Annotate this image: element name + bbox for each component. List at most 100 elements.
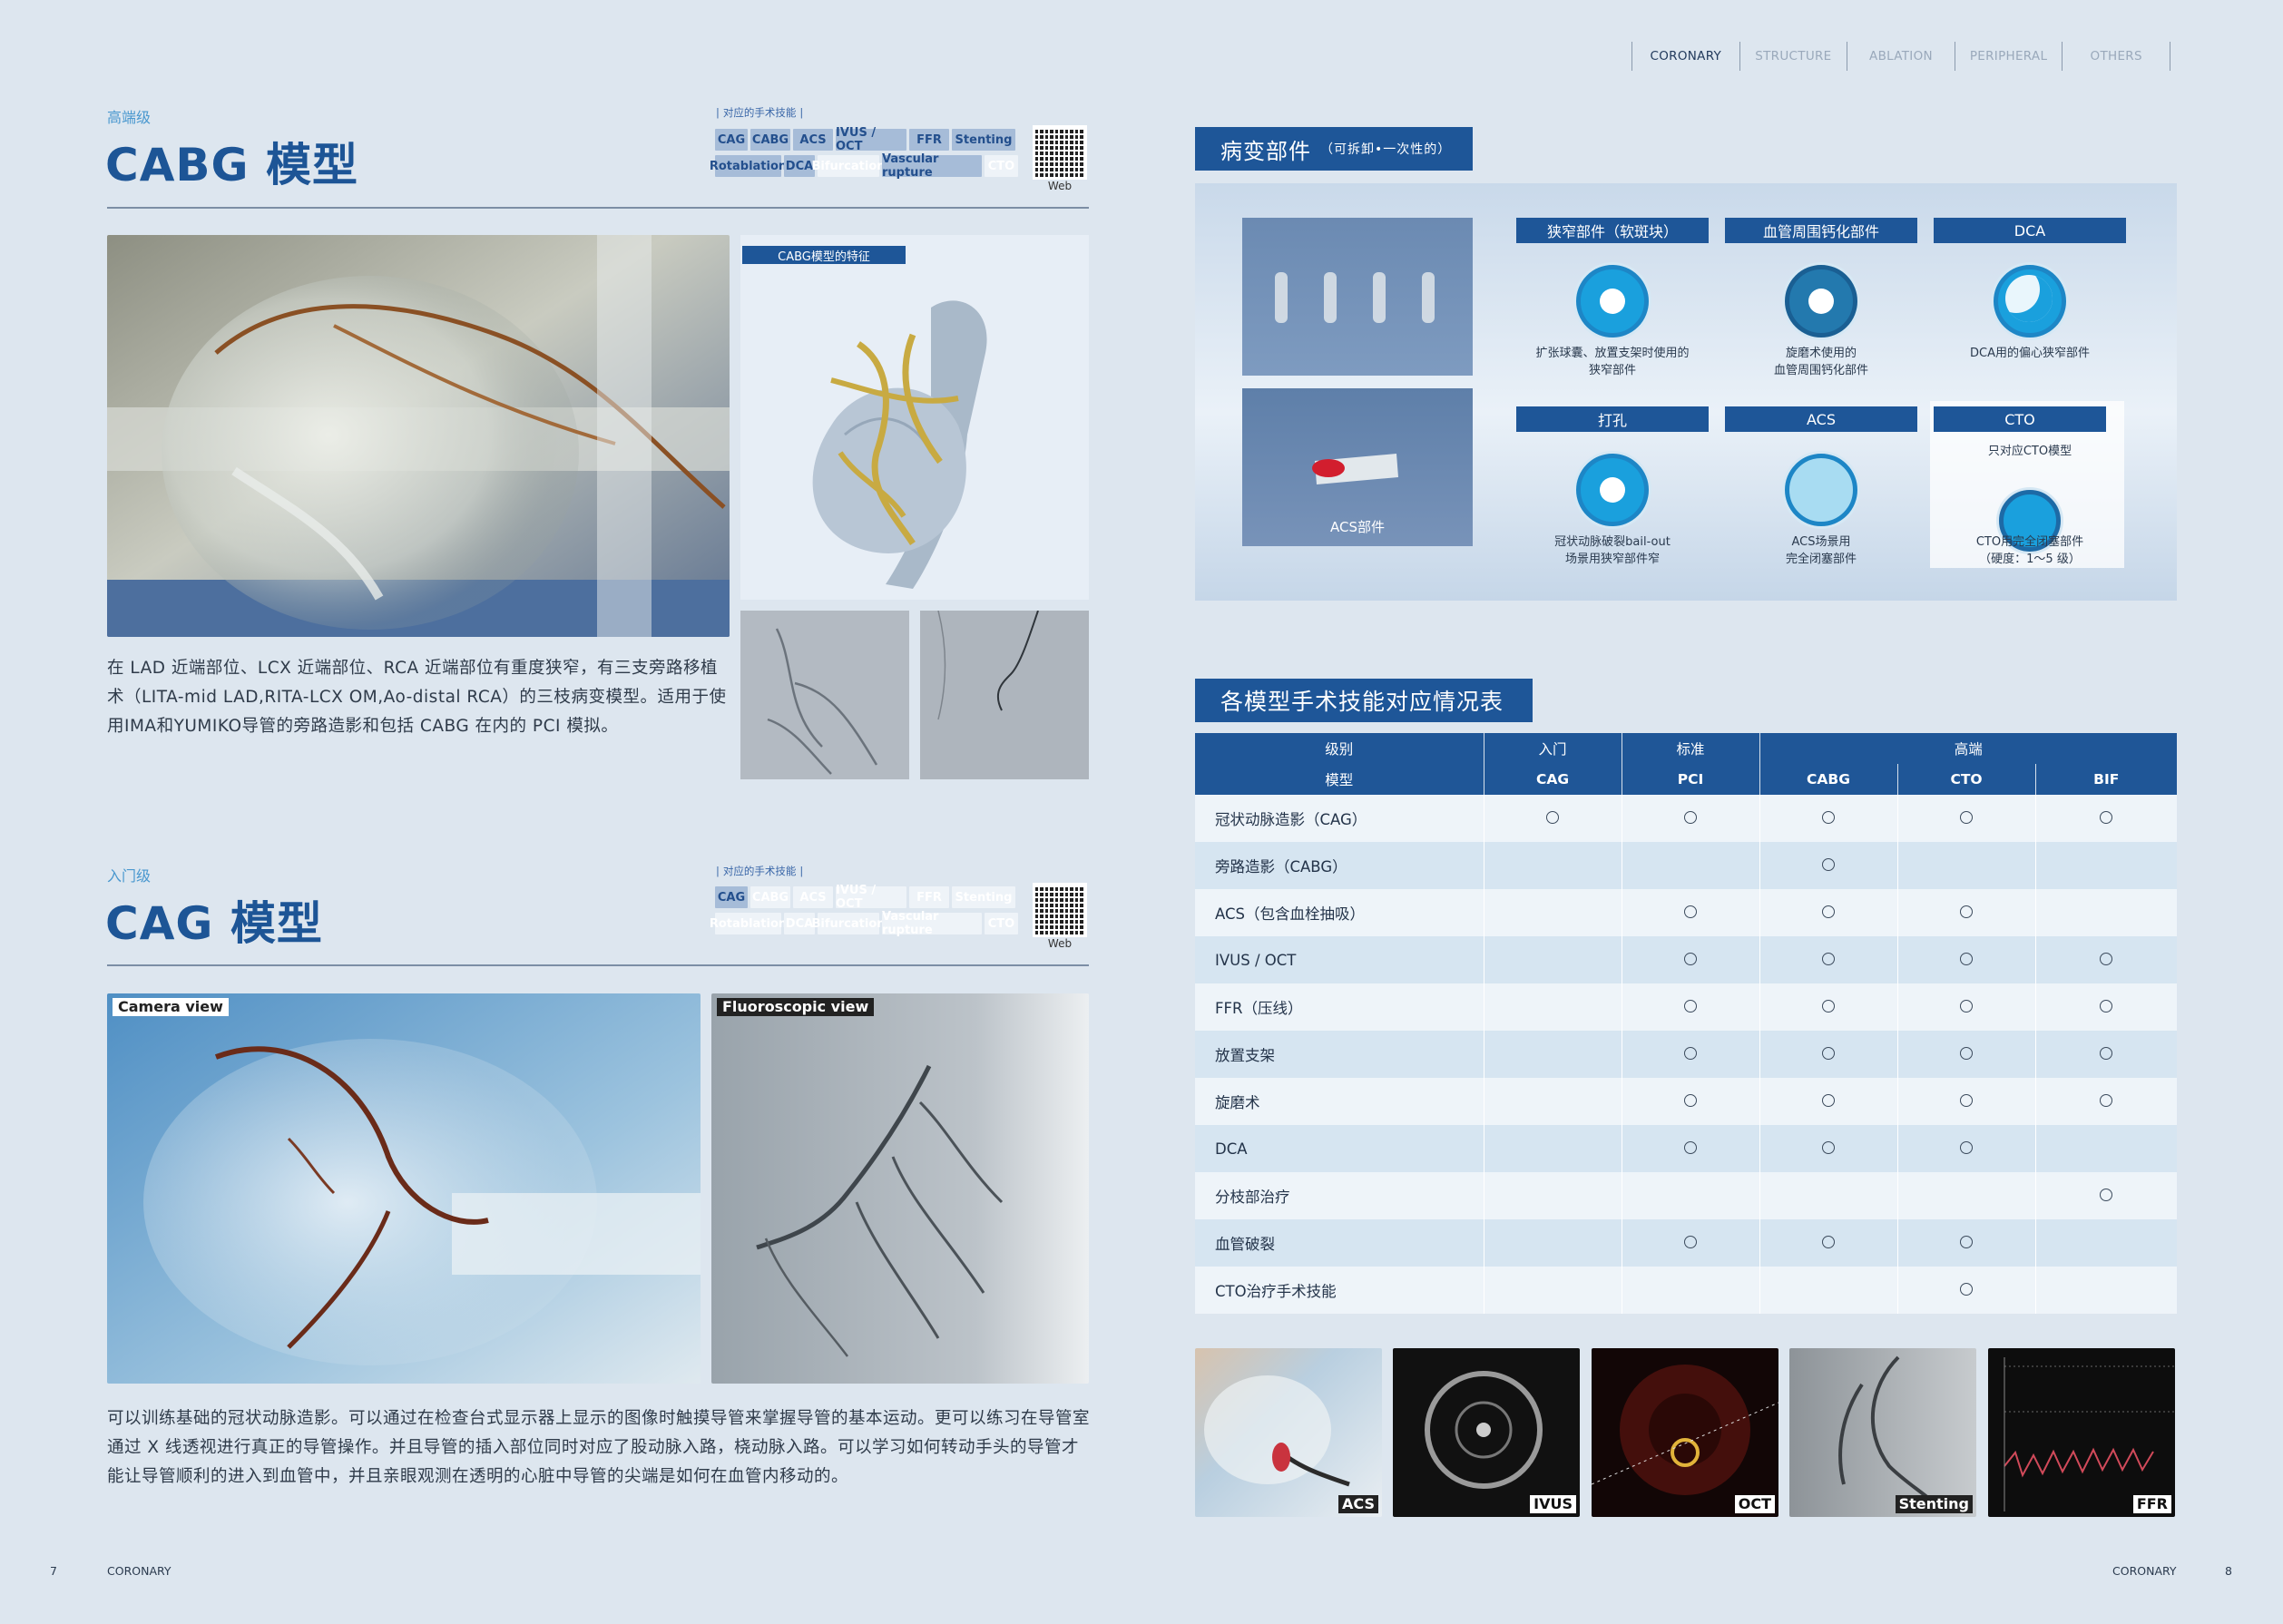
supported-mark-icon [1822, 1046, 1835, 1060]
cell-cto [1896, 1125, 2035, 1172]
nav-tab-ablation[interactable]: ABLATION [1847, 42, 1955, 71]
table-row: FFR（压线） [1195, 983, 2177, 1031]
supported-mark-icon [1684, 905, 1697, 918]
thumb-ivus: IVUS [1393, 1348, 1580, 1517]
supported-mark-icon [2100, 810, 2113, 824]
parts-heading-text: 病变部件 [1220, 138, 1311, 164]
skill-tag: Vascular rupture [882, 910, 982, 937]
supported-mark-icon [1684, 1140, 1697, 1154]
thumb-ffr: FFR [1988, 1348, 2175, 1517]
model-bif: BIF [2034, 764, 2177, 795]
cabg-qr[interactable]: Web [1033, 125, 1087, 192]
model-pci: PCI [1621, 764, 1759, 795]
cell-pci [1621, 1172, 1759, 1219]
skill-tag: DCA [784, 155, 815, 177]
cell-pci [1621, 936, 1759, 983]
cell-pci [1621, 842, 1759, 889]
cell-bif [2034, 889, 2177, 936]
cell-cag [1483, 936, 1622, 983]
section-nav: CORONARY STRUCTURE ABLATION PERIPHERAL OTHER… [1631, 42, 2170, 71]
supported-mark-icon [1960, 810, 1973, 824]
supported-mark-icon [1684, 1093, 1697, 1107]
skill-tag: FFR [909, 886, 949, 908]
model-header: 模型 [1195, 764, 1484, 795]
cabg-level: 高端级 [107, 109, 152, 126]
cell-cabg [1759, 795, 1897, 842]
cell-bif [2034, 1031, 2177, 1078]
cell-cag [1483, 1031, 1622, 1078]
skill-tag: DCA [784, 913, 815, 934]
cell-bif [2034, 842, 2177, 889]
cag-skills-label: 对应的手术技能 [716, 864, 803, 878]
skill-tag: ACS [793, 886, 833, 908]
cell-cto [1896, 936, 2035, 983]
page-number-left: 7 [50, 1564, 57, 1578]
supported-mark-icon [1960, 905, 1973, 918]
thumb-acs: ACS [1195, 1348, 1382, 1517]
part-icon [1576, 454, 1649, 526]
part-caption: CTO用完全闭塞部件 （硬度：1～5 级） [1975, 535, 2084, 566]
cell-bif [2034, 936, 2177, 983]
part-title: 血管周围钙化部件 [1725, 218, 1917, 243]
part-title: DCA [1934, 218, 2126, 243]
skill-tag: CTO [985, 913, 1018, 934]
part-caption: DCA用的偏心狭窄部件 [1970, 347, 2090, 360]
skill-tag: CAG [715, 886, 748, 908]
skill-tag: ACS [793, 129, 833, 151]
row-skill-name: 旁路造影（CABG） [1215, 858, 1347, 876]
cell-cabg [1759, 1267, 1897, 1314]
qr-code-icon [1033, 883, 1087, 937]
part-caption: ACS场景用 完全闭塞部件 [1785, 535, 1857, 566]
skill-tag: Stenting [952, 129, 1015, 151]
nav-tab-peripheral[interactable]: PERIPHERAL [1954, 42, 2063, 71]
part-title: ACS [1725, 406, 1917, 432]
cabg-skill-tags: CAG CABG ACS IVUS / OCT FFR Stenting Rotablati… [710, 126, 1020, 181]
model-cag: CAG [1483, 764, 1622, 795]
cabg-feature-diagram: CABG模型的特征 [740, 235, 1089, 600]
qr-web-label: Web [1047, 180, 1073, 192]
cell-cabg [1759, 1125, 1897, 1172]
table-row: 冠状动脉造影（CAG） [1195, 795, 2177, 842]
skills-table: 级别 入门 标准 高端 模型 CAG PCI CABG CTO BIF 冠状动脉… [1195, 733, 2177, 1314]
part-caption: 旋磨术使用的 血管周围钙化部件 [1773, 347, 1868, 377]
supported-mark-icon [1822, 857, 1835, 871]
cell-pci [1621, 795, 1759, 842]
parts-heading-note: （可拆卸•一次性的） [1320, 142, 1452, 157]
row-skill-name: 分枝部治疗 [1215, 1189, 1290, 1206]
cell-pci [1621, 1125, 1759, 1172]
model-cto: CTO [1896, 764, 2035, 795]
cag-qr[interactable]: Web [1033, 883, 1087, 950]
table-row: 旁路造影（CABG） [1195, 842, 2177, 889]
cell-pci [1621, 1219, 1759, 1267]
thumb-acs-label: ACS [1338, 1495, 1378, 1513]
level-standard: 标准 [1621, 733, 1759, 764]
supported-mark-icon [2100, 999, 2113, 1013]
cell-cto [1896, 1078, 2035, 1125]
cabg-angio-image-2 [920, 610, 1089, 779]
cabg-title: CABG 模型 [105, 139, 358, 191]
footer-section-right: CORONARY [2112, 1564, 2177, 1578]
cell-cto [1896, 889, 2035, 936]
table-row: DCA [1195, 1125, 2177, 1172]
cabg-divider [107, 207, 1089, 209]
stenosis-parts-photo [1242, 218, 1473, 376]
cell-cag [1483, 1267, 1622, 1314]
cell-cag [1483, 889, 1622, 936]
supported-mark-icon [1684, 810, 1697, 824]
nav-tab-others[interactable]: OTHERS [2062, 42, 2170, 71]
table-row: ACS（包含血栓抽吸） [1195, 889, 2177, 936]
nav-tab-structure[interactable]: STRUCTURE [1739, 42, 1847, 71]
table-row: 旋磨术 [1195, 1078, 2177, 1125]
row-skill-name: ACS（包含血栓抽吸） [1215, 905, 1365, 923]
table-row: 分枝部治疗 [1195, 1172, 2177, 1219]
cag-divider [107, 964, 1089, 966]
part-icon [1576, 265, 1649, 338]
page-number-right: 8 [2225, 1564, 2232, 1578]
nav-tab-coronary[interactable]: CORONARY [1631, 42, 1739, 71]
cell-cabg [1759, 1172, 1897, 1219]
part-caption: 扩张球囊、放置支架时使用的 狭窄部件 [1535, 347, 1690, 377]
skill-tag: Stenting [952, 886, 1015, 908]
supported-mark-icon [1822, 1093, 1835, 1107]
level-advanced: 高端 [1759, 733, 2177, 764]
skills-table-wrap: 级别 入门 标准 高端 模型 CAG PCI CABG CTO BIF 冠状动脉… [1195, 733, 2177, 1314]
